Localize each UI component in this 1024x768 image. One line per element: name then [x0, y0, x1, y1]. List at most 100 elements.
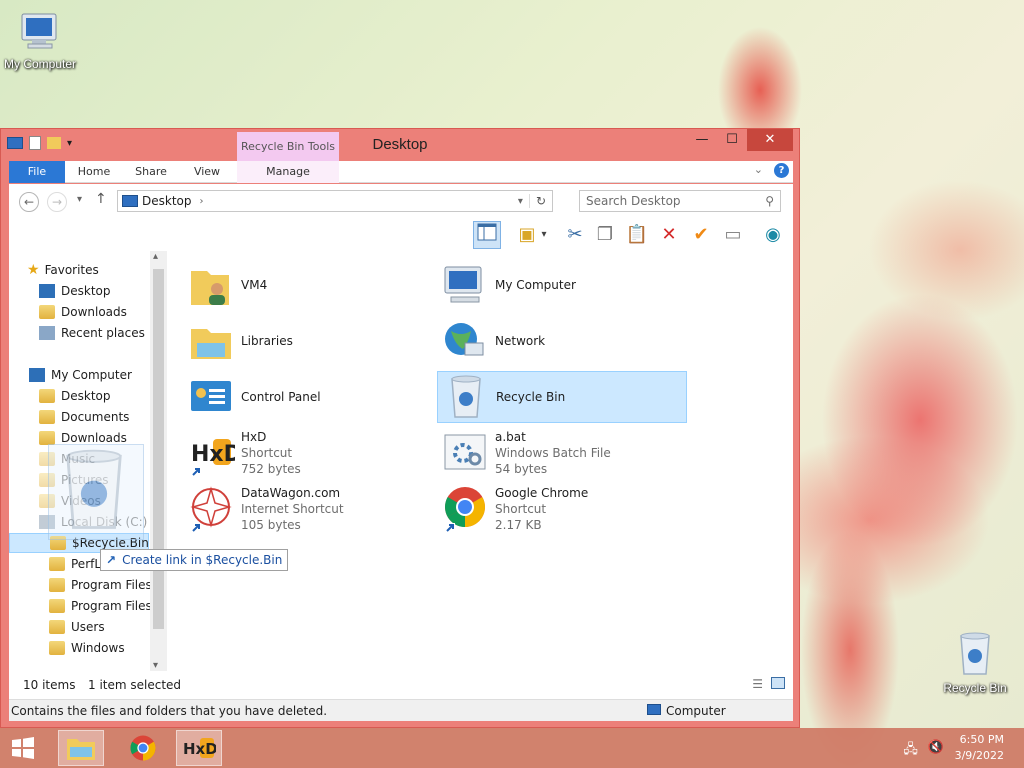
nav-program-files-x86[interactable]: Program Files ( [49, 596, 160, 616]
scroll-down-icon[interactable]: ▾ [153, 660, 158, 671]
nav-label: Documents [61, 410, 130, 424]
start-button[interactable] [0, 730, 46, 766]
command-toolbar: ▣ ▾ ✂ ❐ 📋 ✕ ✔ ▭ ◉ [9, 218, 793, 251]
nav-my-computer[interactable]: My Computer [29, 365, 132, 385]
svg-text:HxD: HxD [183, 740, 216, 758]
nav-scrollbar[interactable]: ▴ ▾ [150, 251, 167, 671]
volume-muted-icon[interactable]: 🔇 [928, 740, 944, 762]
scroll-thumb[interactable] [153, 269, 164, 629]
address-bar[interactable]: Desktop › ▾ ↻ [117, 190, 553, 212]
tab-view[interactable]: View [185, 161, 229, 183]
close-button[interactable]: ✕ [747, 129, 793, 151]
title-bar[interactable]: ▾ Recycle Bin Tools Desktop — ☐ ✕ [1, 129, 799, 161]
item-my-computer[interactable]: My Computer [437, 259, 687, 311]
chrome-icon [130, 735, 156, 761]
svg-text:HxD: HxD [191, 442, 235, 467]
address-segment[interactable]: Desktop [142, 194, 192, 208]
item-hxd[interactable]: HxD HxD Shortcut 752 bytes [183, 427, 433, 479]
large-icons-view-icon[interactable] [771, 677, 785, 689]
item-vm4[interactable]: VM4 [183, 259, 433, 311]
hxd-icon: HxD [191, 439, 235, 477]
tab-file[interactable]: File [9, 161, 65, 183]
desktop-icon-recycle-bin[interactable]: Recycle Bin [935, 630, 1015, 695]
details-view-icon[interactable]: ☰ [752, 677, 763, 691]
tab-share[interactable]: Share [129, 161, 173, 183]
cut-icon[interactable]: ✂ [561, 221, 589, 249]
item-a-bat[interactable]: a.bat Windows Batch File 54 bytes [437, 427, 687, 479]
libraries-icon [191, 329, 231, 359]
ribbon-collapse-icon[interactable]: ⌄ [754, 163, 763, 176]
search-icon[interactable]: ⚲ [765, 194, 774, 208]
item-control-panel[interactable]: Control Panel [183, 371, 433, 423]
clock-date: 3/9/2022 [954, 749, 1004, 762]
nav-favorite-downloads[interactable]: Downloads [39, 302, 127, 322]
nav-program-files[interactable]: Program Files [49, 575, 152, 595]
forward-button[interactable]: → [47, 192, 67, 212]
up-button[interactable]: ↑ [95, 191, 107, 207]
rename-icon[interactable]: ▭ [719, 221, 747, 249]
scroll-up-icon[interactable]: ▴ [153, 251, 158, 262]
item-google-chrome[interactable]: Google Chrome Shortcut 2.17 KB [437, 483, 687, 535]
nav-computer-desktop[interactable]: Desktop [39, 386, 111, 406]
folder-icon [49, 578, 65, 592]
help-icon[interactable]: ? [774, 163, 789, 178]
selection-count: 1 item selected [88, 678, 182, 692]
clock[interactable]: 6:50 PM 3/9/2022 [955, 732, 1004, 764]
recycle-bin-icon [960, 632, 990, 675]
item-type: Windows Batch File [495, 446, 611, 460]
datawagon-icon [190, 486, 232, 533]
tab-manage[interactable]: Manage [237, 161, 339, 183]
nav-favorites[interactable]: ★ Favorites [27, 260, 99, 280]
recent-places-icon [39, 326, 55, 340]
desktop-icon-my-computer[interactable]: My Computer [0, 10, 80, 71]
recent-locations-icon[interactable]: ▾ [77, 194, 82, 205]
search-input[interactable]: Search Desktop ⚲ [579, 190, 781, 212]
item-recycle-bin[interactable]: Recycle Bin [437, 371, 687, 423]
folder-options-dropdown-icon[interactable]: ▾ [537, 221, 551, 249]
item-type: Internet Shortcut [241, 502, 344, 516]
desktop-icon [39, 284, 55, 298]
content-pane[interactable]: VM4 My Computer Libraries Network Contro… [167, 251, 793, 671]
nav-users[interactable]: Users [49, 617, 105, 637]
item-size: 752 bytes [241, 462, 301, 476]
desktop-icon-label: My Computer [3, 57, 77, 71]
clock-time: 6:50 PM [959, 733, 1004, 746]
copy-icon[interactable]: ❐ [591, 221, 619, 249]
taskbar-hxd[interactable]: HxD [176, 730, 222, 766]
folder-icon [39, 410, 55, 424]
item-datawagon[interactable]: DataWagon.com Internet Shortcut 105 byte… [183, 483, 433, 535]
delete-icon[interactable]: ✕ [655, 221, 683, 249]
item-libraries[interactable]: Libraries [183, 315, 433, 367]
nav-computer-documents[interactable]: Documents [39, 407, 129, 427]
network-tray-icon[interactable]: 🖧 [903, 740, 918, 762]
tab-home[interactable]: Home [71, 161, 117, 183]
preview-pane-icon[interactable] [473, 221, 501, 249]
item-network[interactable]: Network [437, 315, 687, 367]
item-description: Contains the files and folders that you … [11, 704, 328, 718]
back-button[interactable]: ← [19, 192, 39, 212]
nav-label: Downloads [61, 431, 127, 445]
drag-ghost-recycle-bin [48, 444, 144, 540]
drag-tooltip: ↗ Create link in $Recycle.Bin [100, 549, 289, 571]
chevron-right-icon[interactable]: › [200, 196, 204, 207]
address-row: ← → ▾ ↑ Desktop › ▾ ↻ Search Desktop ⚲ [9, 184, 793, 218]
nav-favorite-desktop[interactable]: Desktop [39, 281, 111, 301]
search-placeholder: Search Desktop [586, 194, 681, 208]
shell-icon[interactable]: ◉ [759, 221, 787, 249]
nav-label: Recent places [61, 326, 145, 340]
refresh-icon[interactable]: ↻ [528, 194, 552, 208]
paste-icon[interactable]: 📋 [623, 221, 651, 249]
address-dropdown-icon[interactable]: ▾ [518, 196, 523, 207]
check-icon[interactable]: ✔ [687, 221, 715, 249]
explorer-window[interactable]: ▾ Recycle Bin Tools Desktop — ☐ ✕ File H… [0, 128, 800, 728]
item-name: Libraries [241, 334, 293, 348]
item-size: 105 bytes [241, 518, 301, 532]
taskbar-chrome[interactable] [120, 730, 166, 766]
maximize-button[interactable]: ☐ [717, 129, 747, 151]
minimize-button[interactable]: — [687, 129, 717, 151]
chrome-icon [445, 487, 485, 533]
nav-favorite-recent[interactable]: Recent places [39, 323, 145, 343]
item-name: Control Panel [241, 390, 321, 404]
taskbar-file-explorer[interactable] [58, 730, 104, 766]
nav-windows[interactable]: Windows [49, 638, 125, 658]
